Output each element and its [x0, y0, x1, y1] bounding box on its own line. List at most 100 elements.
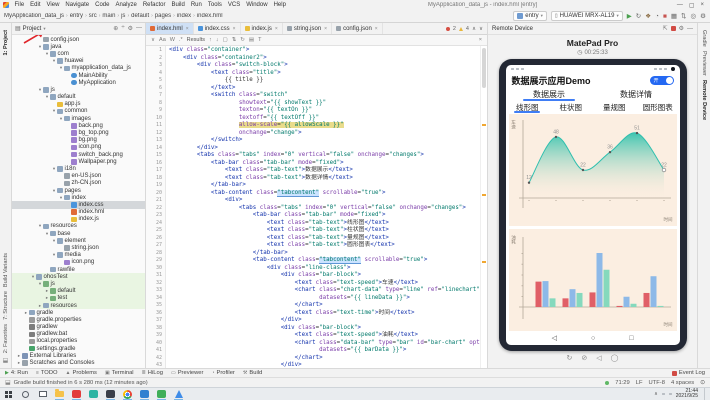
menu-edit[interactable]: Edit: [28, 2, 43, 8]
stripe-item-gradle[interactable]: Gradle: [701, 30, 707, 47]
tree-item-icon-png[interactable]: icon.png: [12, 259, 145, 266]
breadcrumb-item[interactable]: MyApplication_data_js: [4, 13, 64, 19]
device-panel-action-icon[interactable]: ⇱: [663, 25, 668, 32]
menu-view[interactable]: View: [44, 2, 62, 8]
breadcrumb-item[interactable]: entry: [70, 13, 83, 19]
indent-setting[interactable]: 4 spaces: [671, 380, 694, 386]
device-control-icon[interactable]: ◁: [596, 354, 601, 362]
stripe-item-previewer[interactable]: Previewer: [701, 51, 707, 76]
stripe-item-2-favorites[interactable]: 2: Favorites: [3, 324, 9, 353]
tree-item-java[interactable]: ▾java: [12, 43, 145, 50]
breadcrumb-item[interactable]: main: [102, 13, 115, 19]
code-editor[interactable]: <div class="container"> <div class="cont…: [166, 46, 480, 368]
app-teal-icon[interactable]: [88, 388, 99, 400]
find-action-icon[interactable]: ↓: [216, 37, 219, 43]
tree-item-local-properties[interactable]: local.properties: [12, 338, 145, 345]
tree-item-js[interactable]: ▾js: [12, 86, 145, 93]
profiler-button-icon[interactable]: ◔: [655, 13, 659, 20]
device-control-icon[interactable]: ↻: [567, 354, 573, 362]
file-explorer-icon[interactable]: [54, 388, 65, 400]
apply-changes-button-icon[interactable]: ↻: [636, 12, 641, 20]
tree-item-myapplication_data_js[interactable]: ▾myapplication_data_js: [12, 65, 145, 72]
menu-navigate[interactable]: Navigate: [63, 2, 92, 8]
tree-item-ohostest[interactable]: ▾ohosTest: [12, 273, 145, 280]
find-action-icon[interactable]: ↑: [209, 37, 212, 43]
device-screen[interactable]: 数据展示应用Demo 开 数据展示数据详情 线形图柱状图量规图圆形图表 1248…: [506, 65, 680, 345]
close-tab-icon[interactable]: ×: [186, 26, 189, 32]
device-panel-action-icon[interactable]: —: [687, 26, 693, 32]
close-tab-icon[interactable]: ×: [324, 26, 327, 32]
tree-item-gradlew[interactable]: gradlew: [12, 324, 145, 331]
menu-analyze[interactable]: Analyze: [113, 2, 139, 8]
device-manager-button-icon[interactable]: ▦: [671, 12, 677, 20]
editor-scrollbar[interactable]: [480, 46, 487, 368]
breadcrumb-item[interactable]: default: [131, 13, 149, 19]
stripe-item-7-structure[interactable]: 7: Structure: [3, 291, 9, 320]
breadcrumb-item[interactable]: pages: [155, 13, 171, 19]
tree-item-icon-png[interactable]: icon.png: [12, 144, 145, 151]
tray-network-icon[interactable]: [662, 393, 665, 396]
app-subtab-线形图[interactable]: 线形图: [506, 101, 550, 113]
stop-button-icon[interactable]: ■: [663, 13, 667, 20]
start-button[interactable]: [3, 388, 14, 400]
tree-item-mainability[interactable]: MainAbility: [12, 72, 145, 79]
tree-item-scratches-and-consoles[interactable]: ▸Scratches and Consoles: [12, 359, 145, 366]
tree-item-gradle[interactable]: ▸gradle: [12, 309, 145, 316]
menu-refactor[interactable]: Refactor: [140, 2, 168, 8]
breadcrumb-item[interactable]: src: [89, 13, 97, 19]
find-action-icon[interactable]: ▤: [249, 37, 254, 43]
project-panel-action-icon[interactable]: —: [136, 25, 142, 32]
tool-window-toggle-icon[interactable]: ⬓: [3, 357, 9, 364]
tree-item-common[interactable]: ▾common: [12, 108, 145, 115]
tree-item-huawei[interactable]: ▾huawei: [12, 58, 145, 65]
device-nav-icon[interactable]: ◁: [552, 334, 557, 342]
tree-item-resources[interactable]: ▸resources: [12, 302, 145, 309]
tree-item-rawfile[interactable]: rawfile: [12, 266, 145, 273]
settings-button-icon[interactable]: ⚙: [700, 12, 706, 20]
next-issue-icon[interactable]: ∨: [479, 26, 483, 32]
toolwindow-terminal[interactable]: ▣Terminal: [105, 370, 134, 376]
tree-item-element[interactable]: ▾element: [12, 237, 145, 244]
close-find-bar-icon[interactable]: ×: [479, 37, 482, 43]
tree-item-app-js[interactable]: app.js: [12, 101, 145, 108]
tree-item-i18n[interactable]: ▾i18n: [12, 165, 145, 172]
sync-button-icon[interactable]: ⇅: [681, 12, 686, 20]
find-option-icon[interactable]: .*: [179, 37, 183, 43]
module-selector[interactable]: entry ▾: [513, 11, 547, 21]
close-tab-icon[interactable]: ×: [233, 26, 236, 32]
tree-item-index-hml[interactable]: index.hml: [12, 209, 145, 216]
tree-item-zh-cn-json[interactable]: zh-CN.json: [12, 180, 145, 187]
run-button-icon[interactable]: ▶: [627, 12, 632, 20]
device-control-icon[interactable]: ⊘: [581, 354, 587, 362]
tree-item-com[interactable]: ▾com: [12, 50, 145, 57]
breadcrumb-item[interactable]: index.hml: [197, 13, 223, 19]
menu-run[interactable]: Run: [188, 2, 204, 8]
find-option-icon[interactable]: ∨: [151, 37, 155, 43]
app-tab-数据详情[interactable]: 数据详情: [593, 88, 680, 101]
find-action-icon[interactable]: ▢: [222, 37, 227, 43]
breadcrumb-item[interactable]: js: [121, 13, 125, 19]
breadcrumb-item[interactable]: index: [177, 13, 191, 19]
toolwindow-event-log[interactable]: Event Log: [672, 370, 705, 376]
toolwindow-profiler[interactable]: ◔Profiler: [211, 370, 234, 376]
tree-item-wallpaper-png[interactable]: Wallpaper.png: [12, 158, 145, 165]
app-subtab-量规图[interactable]: 量规图: [593, 101, 637, 113]
app-tab-数据展示[interactable]: 数据展示: [506, 88, 593, 101]
tree-item-base[interactable]: ▾base: [12, 230, 145, 237]
minimize-button[interactable]: —: [677, 2, 683, 9]
device-nav-icon[interactable]: □: [629, 335, 633, 342]
menu-window[interactable]: Window: [244, 2, 270, 8]
app-toggle-switch[interactable]: 开: [650, 76, 674, 85]
vscode-icon[interactable]: [139, 388, 150, 400]
tree-item-bg_top-png[interactable]: bg_top.png: [12, 129, 145, 136]
menu-file[interactable]: File: [12, 2, 27, 8]
toolwindow-previewer[interactable]: ▭Previewer: [171, 370, 204, 376]
menu-tools[interactable]: Tools: [205, 2, 224, 8]
project-panel-action-icon[interactable]: ⚙: [128, 25, 133, 32]
device-panel-action-icon[interactable]: ⚙: [679, 25, 684, 32]
tree-item-en-us-json[interactable]: en-US.json: [12, 173, 145, 180]
menu-vcs[interactable]: VCS: [225, 2, 242, 8]
caret-position[interactable]: 71:29: [615, 380, 630, 386]
tree-item-bg-png[interactable]: bg.png: [12, 137, 145, 144]
app-blue-icon[interactable]: [173, 388, 184, 400]
